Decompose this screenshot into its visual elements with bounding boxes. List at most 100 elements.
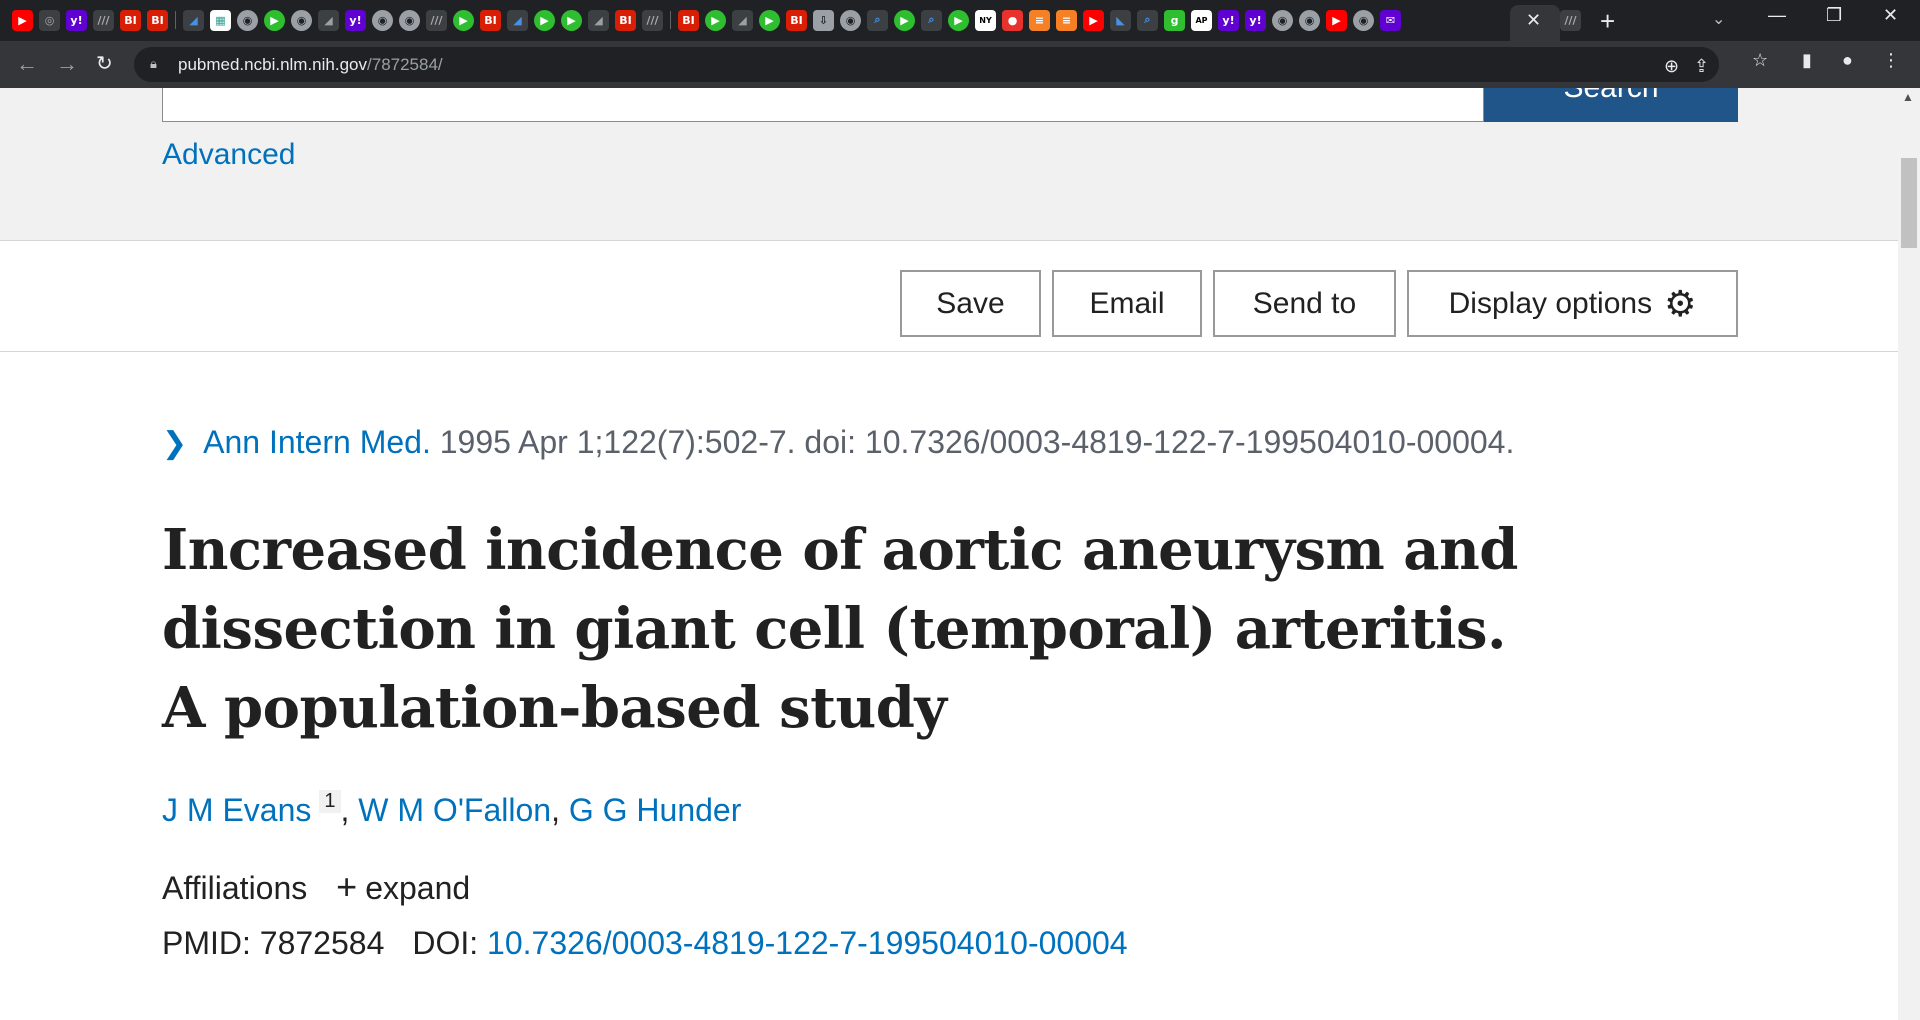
- yahoo-tab-icon[interactable]: y!: [345, 9, 366, 31]
- tab-icon[interactable]: ◢: [318, 9, 339, 31]
- tab-icon[interactable]: ◢: [732, 9, 753, 31]
- play-tab-icon[interactable]: ▶: [264, 9, 285, 31]
- gear-icon: ⚙: [1664, 282, 1697, 324]
- globe-tab-icon[interactable]: ◉: [291, 9, 312, 31]
- doi-link[interactable]: 10.7326/0003-4819-122-7-199504010-00004: [487, 925, 1128, 961]
- play-tab-icon[interactable]: ▶: [453, 9, 474, 31]
- email-button[interactable]: Email: [1052, 270, 1202, 337]
- journal-link[interactable]: Ann Intern Med.: [203, 424, 431, 460]
- address-bar[interactable]: 🔒︎ pubmed.ncbi.nlm.nih.gov/7872584/ ⊕ ⇪: [134, 47, 1719, 82]
- tab-icon[interactable]: ◢: [507, 9, 528, 31]
- advanced-search-link[interactable]: Advanced: [162, 138, 295, 172]
- yahoo-tab-icon[interactable]: y!: [1245, 9, 1266, 31]
- minimize-icon[interactable]: —: [1768, 5, 1786, 26]
- zoom-icon[interactable]: ⊕: [1664, 56, 1679, 77]
- search-tab-icon[interactable]: ⌕: [1137, 9, 1158, 31]
- search-input[interactable]: [162, 88, 1484, 122]
- g-tab-icon[interactable]: g: [1164, 9, 1185, 31]
- globe-tab-icon[interactable]: ◉: [237, 9, 258, 31]
- grid-tab-icon[interactable]: ▦: [210, 9, 231, 31]
- display-options-button[interactable]: Display options ⚙: [1407, 270, 1738, 337]
- citation-details: 1995 Apr 1;122(7):502-7. doi: 10.7326/00…: [430, 424, 1515, 460]
- article-actions-bar: Save Email Send to Display options ⚙: [0, 242, 1898, 352]
- search-tab-icon[interactable]: ⌕: [867, 9, 888, 31]
- pinned-tabs: ▶ ◎ y! /// BI BI ◢ ▦ ◉ ▶ ◉ ◢ y! ◉ ◉ /// …: [12, 9, 1401, 31]
- author-link[interactable]: G G Hunder: [569, 792, 742, 828]
- citation-line: ❯ Ann Intern Med. 1995 Apr 1;122(7):502-7…: [162, 424, 1514, 461]
- globe-tab-icon[interactable]: ◉: [840, 9, 861, 31]
- page-content: Search Advanced Save Email Send to Displ…: [0, 88, 1920, 1020]
- share-icon[interactable]: ⇪: [1694, 56, 1709, 77]
- author-separator: ,: [340, 792, 359, 828]
- yahoo-tab-icon[interactable]: y!: [1218, 9, 1239, 31]
- yahoo-tab-icon[interactable]: y!: [66, 9, 87, 31]
- lock-icon[interactable]: 🔒︎: [150, 56, 157, 72]
- play-tab-icon[interactable]: ▶: [705, 9, 726, 31]
- tab-icon[interactable]: ///: [642, 9, 663, 31]
- tab-icon[interactable]: NY: [975, 9, 996, 31]
- globe-tab-icon[interactable]: ◉: [399, 9, 420, 31]
- play-tab-icon[interactable]: ▶: [561, 9, 582, 31]
- close-window-icon[interactable]: ✕: [1883, 5, 1898, 26]
- youtube-tab-icon[interactable]: ▶: [1083, 9, 1104, 31]
- play-tab-icon[interactable]: ▶: [759, 9, 780, 31]
- save-button[interactable]: Save: [900, 270, 1041, 337]
- side-panel-icon[interactable]: ▮: [1802, 50, 1812, 71]
- bi-tab-icon[interactable]: BI: [615, 9, 636, 31]
- bi-tab-icon[interactable]: BI: [120, 9, 141, 31]
- author-link[interactable]: J M Evans: [162, 792, 311, 828]
- search-button[interactable]: Search: [1484, 88, 1738, 122]
- affiliation-ref[interactable]: 1: [319, 790, 341, 813]
- play-tab-icon[interactable]: ▶: [948, 9, 969, 31]
- restore-icon[interactable]: ❐: [1826, 5, 1842, 26]
- back-icon[interactable]: ←: [16, 51, 38, 77]
- reload-icon[interactable]: ↻: [96, 51, 113, 76]
- send-to-button[interactable]: Send to: [1213, 270, 1396, 337]
- bi-tab-icon[interactable]: BI: [147, 9, 168, 31]
- play-tab-icon[interactable]: ▶: [894, 9, 915, 31]
- author-list: J M Evans 1, W M O'Fallon, G G Hunder: [162, 790, 741, 829]
- search-area: Search Advanced: [0, 88, 1898, 241]
- globe-tab-icon[interactable]: ◉: [1299, 9, 1320, 31]
- pin-tab-icon[interactable]: ●: [1002, 9, 1023, 31]
- bookmark-tab-icon[interactable]: ≡: [1056, 9, 1077, 31]
- author-link[interactable]: W M O'Fallon: [358, 792, 551, 828]
- tab-search-icon[interactable]: ⌄: [1712, 9, 1725, 29]
- tab-icon[interactable]: ///: [93, 9, 114, 31]
- scroll-up-arrow-icon[interactable]: ▲: [1902, 90, 1914, 104]
- menu-icon[interactable]: ⋮: [1882, 50, 1900, 71]
- tab-separator: [175, 11, 176, 29]
- bi-tab-icon[interactable]: BI: [480, 9, 501, 31]
- url-text[interactable]: pubmed.ncbi.nlm.nih.gov/7872584/: [178, 55, 443, 75]
- close-tab-icon[interactable]: ✕: [1526, 10, 1541, 31]
- bookmark-star-icon[interactable]: ☆: [1752, 50, 1768, 71]
- bookmark-tab-icon[interactable]: ≡: [1029, 9, 1050, 31]
- search-tab-icon[interactable]: ⌕: [921, 9, 942, 31]
- tab-separator: [670, 11, 671, 29]
- youtube-tab-icon[interactable]: ▶: [1326, 9, 1347, 31]
- globe-tab-icon[interactable]: ◉: [1353, 9, 1374, 31]
- tab-icon[interactable]: ◢: [588, 9, 609, 31]
- new-tab-button[interactable]: +: [1600, 6, 1615, 37]
- pmid-value: 7872584: [259, 925, 385, 961]
- forward-icon[interactable]: →: [56, 51, 78, 77]
- affiliations-expand-toggle[interactable]: + expand: [316, 866, 470, 907]
- bi-tab-icon[interactable]: BI: [786, 9, 807, 31]
- globe-tab-icon[interactable]: ◉: [372, 9, 393, 31]
- tab-icon[interactable]: ///: [426, 9, 447, 31]
- profile-icon[interactable]: ●: [1842, 50, 1853, 71]
- globe-tab-icon[interactable]: ◉: [1272, 9, 1293, 31]
- youtube-tab-icon[interactable]: ▶: [12, 9, 33, 31]
- mail-tab-icon[interactable]: ✉: [1380, 9, 1401, 31]
- scrollbar-thumb[interactable]: [1901, 158, 1917, 248]
- tab-icon[interactable]: ◢: [183, 9, 204, 31]
- tab-icon[interactable]: ///: [1560, 10, 1581, 31]
- chevron-right-icon[interactable]: ❯: [162, 426, 187, 461]
- download-tab-icon[interactable]: ⇩: [813, 9, 834, 31]
- play-tab-icon[interactable]: ▶: [534, 9, 555, 31]
- author-separator: ,: [551, 792, 569, 828]
- bi-tab-icon[interactable]: BI: [678, 9, 699, 31]
- tab-icon[interactable]: ◣: [1110, 9, 1131, 31]
- tab-icon[interactable]: AP: [1191, 9, 1212, 31]
- tab-icon[interactable]: ◎: [39, 9, 60, 31]
